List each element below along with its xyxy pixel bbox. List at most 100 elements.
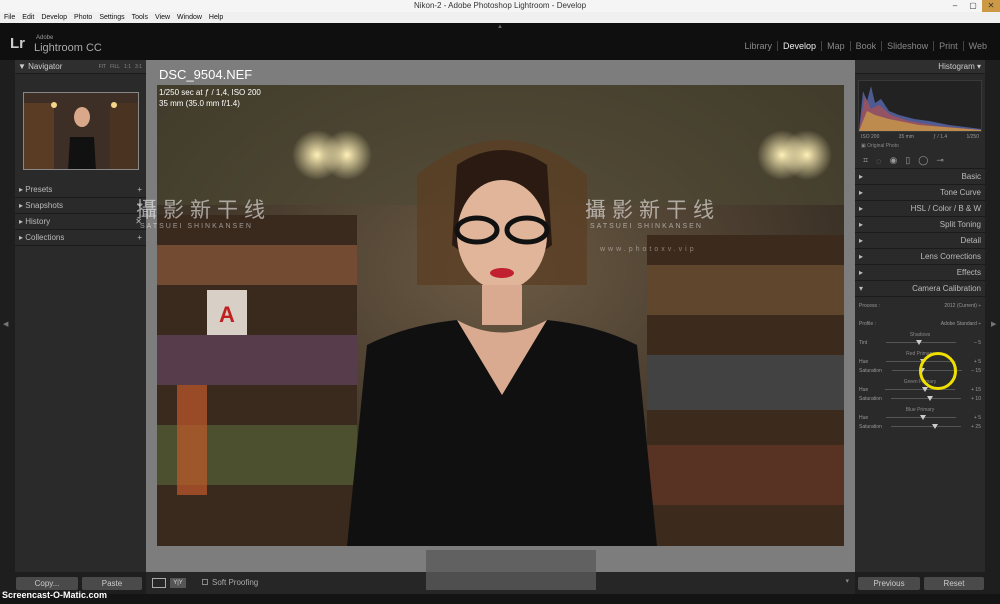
section-camera-calibration-label: Camera Calibration (912, 284, 981, 293)
watermark-romaji-right: SATSUEI SHINKANSEN (590, 223, 703, 230)
section-effects-label: Effects (956, 268, 981, 277)
tool-strip: ⌗ ◌ ◉ ▯ ◯ ⊸ (855, 153, 985, 169)
lightroom-logo: Lr (10, 35, 25, 52)
shadows-tint-label: Tint (859, 339, 868, 346)
adobe-label: Adobe (36, 35, 54, 41)
history-section[interactable]: ▸ History ✕ (15, 214, 146, 230)
section-tone-curve[interactable]: ▸ Tone Curve (855, 185, 985, 201)
watermark-chinese-right: 攝影新干线 (585, 198, 720, 222)
right-panel-toggle-icon[interactable]: ▶ (991, 320, 996, 328)
paste-button[interactable]: Paste (82, 577, 142, 590)
collections-section[interactable]: ▸ Collections + (15, 230, 146, 246)
menu-help[interactable]: Help (209, 12, 223, 23)
close-button[interactable]: ✕ (982, 0, 1000, 12)
right-panel: Histogram ▾ ISO 200 35 mm ƒ / 1.4 1/250 … (855, 60, 985, 572)
section-lens-corrections[interactable]: ▸ Lens Corrections (855, 249, 985, 265)
main-photo[interactable]: A (157, 85, 844, 546)
presets-section[interactable]: ▸ Presets + (15, 182, 146, 198)
before-after-icon[interactable]: Y|Y (170, 578, 186, 588)
menu-develop[interactable]: Develop (41, 12, 67, 23)
radial-filter-icon[interactable]: ◯ (918, 155, 928, 166)
section-lens-corrections-label: Lens Corrections (920, 252, 981, 261)
minimize-button[interactable]: – (946, 0, 964, 12)
original-photo-label: ▣ Original Photo (861, 143, 899, 149)
green-saturation-slider[interactable] (891, 394, 962, 403)
filmstrip-thumbnails[interactable] (426, 550, 596, 590)
blue-saturation-value[interactable]: + 25 (971, 424, 981, 430)
blue-saturation-slider[interactable] (891, 422, 962, 431)
section-hsl[interactable]: ▸ HSL / Color / B & W (855, 201, 985, 217)
green-hue-knob[interactable] (921, 387, 928, 392)
module-book[interactable]: Book (849, 41, 882, 51)
snapshots-section[interactable]: ▸ Snapshots + (15, 198, 146, 214)
menu-edit[interactable]: Edit (22, 12, 34, 23)
history-label: History (25, 217, 51, 226)
process-label: Process : (859, 302, 880, 309)
blue-hue-value[interactable]: + 5 (974, 415, 981, 421)
navigator-header[interactable]: ▼ Navigator FIT FILL 1:1 3:1 (15, 60, 146, 74)
profile-dropdown[interactable]: Adobe Standard ÷ (941, 321, 981, 327)
menu-file[interactable]: File (4, 12, 15, 23)
section-split-toning[interactable]: ▸ Split Toning (855, 217, 985, 233)
green-saturation-value[interactable]: + 10 (971, 396, 981, 402)
histogram-focal: 35 mm (898, 134, 914, 140)
loupe-view-icon[interactable] (152, 578, 166, 588)
left-panel-toggle-icon[interactable]: ◀ (3, 320, 8, 328)
histogram-header[interactable]: Histogram ▾ (855, 60, 985, 74)
graduated-filter-icon[interactable]: ▯ (905, 155, 910, 166)
blue-saturation-label: Saturation (859, 423, 882, 430)
shadows-tint-slider[interactable] (885, 338, 956, 347)
collections-add-button[interactable]: + (137, 230, 142, 245)
module-print[interactable]: Print (933, 41, 963, 51)
zoom-fit[interactable]: FIT (99, 60, 107, 73)
module-slideshow[interactable]: Slideshow (881, 41, 933, 51)
menu-view[interactable]: View (155, 12, 170, 23)
soft-proofing-checkbox[interactable] (202, 579, 208, 585)
histogram[interactable] (858, 80, 982, 132)
red-eye-icon[interactable]: ◉ (889, 155, 897, 166)
adjustment-brush-icon[interactable]: ⊸ (936, 155, 944, 166)
blue-hue-slider[interactable] (886, 413, 957, 422)
image-canvas[interactable]: A (146, 60, 855, 572)
reset-button[interactable]: Reset (924, 577, 984, 590)
zoom-fill[interactable]: FILL (110, 60, 120, 73)
menu-bar: File Edit Develop Photo Settings Tools V… (0, 12, 1000, 23)
navigator-preview[interactable] (23, 92, 139, 170)
process-dropdown[interactable]: 2012 (Current) ÷ (944, 303, 981, 309)
zoom-3-1[interactable]: 3:1 (135, 60, 142, 73)
section-camera-calibration[interactable]: ▾ Camera Calibration (855, 281, 985, 297)
previous-button[interactable]: Previous (858, 577, 920, 590)
red-saturation-value[interactable]: – 15 (971, 368, 981, 374)
maximize-button[interactable]: ▢ (964, 0, 982, 12)
top-panel-toggle-icon[interactable]: ▲ (497, 24, 503, 30)
blue-saturation-knob[interactable] (932, 424, 939, 429)
window-title: Nikon-2 - Adobe Photoshop Lightroom - De… (413, 1, 587, 10)
menu-settings[interactable]: Settings (99, 12, 124, 23)
blue-hue-knob[interactable] (920, 415, 927, 420)
section-hsl-label: HSL / Color / B & W (910, 204, 981, 213)
section-effects[interactable]: ▸ Effects (855, 265, 985, 281)
crop-tool-icon[interactable]: ⌗ (863, 155, 868, 166)
menu-window[interactable]: Window (177, 12, 202, 23)
toolbar-menu-icon[interactable]: ▾ (845, 577, 849, 585)
section-detail[interactable]: ▸ Detail (855, 233, 985, 249)
zoom-1-1[interactable]: 1:1 (124, 60, 131, 73)
shadows-tint-value[interactable]: – 5 (974, 340, 981, 346)
spot-removal-icon[interactable]: ◌ (876, 156, 881, 166)
section-basic[interactable]: ▸ Basic (855, 169, 985, 185)
module-develop[interactable]: Develop (777, 41, 821, 51)
soft-proofing-label: Soft Proofing (212, 578, 259, 587)
module-map[interactable]: Map (821, 41, 850, 51)
menu-photo[interactable]: Photo (74, 12, 92, 23)
menu-tools[interactable]: Tools (132, 12, 148, 23)
module-library[interactable]: Library (740, 41, 778, 51)
green-saturation-knob[interactable] (927, 396, 934, 401)
module-web[interactable]: Web (962, 41, 992, 51)
shadows-tint-knob[interactable] (915, 340, 922, 345)
window-title-bar: Nikon-2 - Adobe Photoshop Lightroom - De… (0, 0, 1000, 12)
copy-button[interactable]: Copy... (16, 577, 78, 590)
section-detail-label: Detail (960, 236, 981, 245)
svg-text:A: A (219, 302, 235, 327)
red-hue-value[interactable]: + 5 (974, 359, 981, 365)
green-hue-value[interactable]: + 15 (971, 387, 981, 393)
